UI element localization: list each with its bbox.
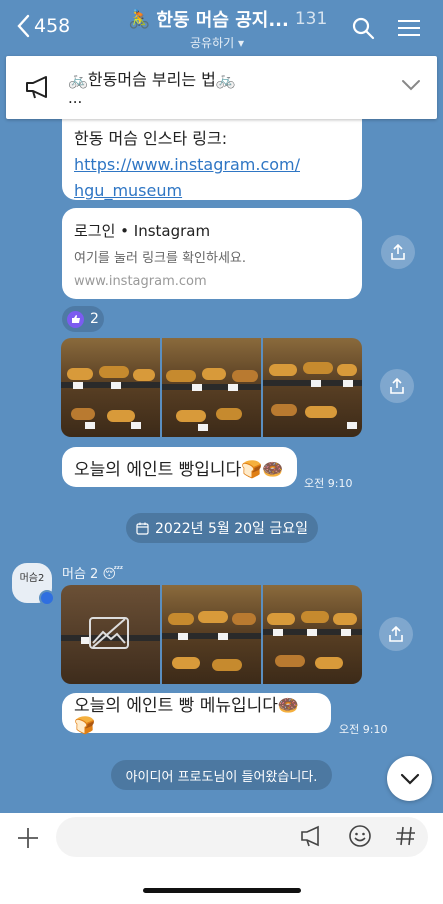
card-description: 여기를 눌러 링크를 확인하세요. <box>74 251 247 266</box>
photo-group-1[interactable] <box>61 338 362 437</box>
card-title: 로그인 • Instagram <box>74 222 211 240</box>
insta-label: 한동 머슴 인스타 링크: <box>74 129 228 148</box>
member-count: 131 <box>294 9 328 29</box>
home-indicator <box>143 888 301 893</box>
system-message: 아이디어 프로도님이 들어왔습니다. <box>111 760 332 790</box>
photo-group-2[interactable] <box>61 585 362 684</box>
back-button[interactable]: 458 <box>16 14 70 38</box>
share-icon <box>390 378 404 394</box>
notice-bar[interactable]: 🚲한동머슴 부리는 법🚲 ... <box>6 56 437 119</box>
message-input[interactable] <box>56 817 428 857</box>
date-separator: 2022년 5월 20일 금요일 <box>126 513 318 543</box>
sender-name: 머슴 2 😴 <box>62 567 124 582</box>
instagram-url-link[interactable]: https://www.instagram.com/ <box>74 152 350 178</box>
message-bubble[interactable]: 오늘의 에인트 빵입니다🍞🍩 <box>62 447 297 487</box>
scroll-to-bottom-button[interactable] <box>387 756 432 801</box>
date-text: 2022년 5월 20일 금요일 <box>155 521 308 537</box>
bread-photo[interactable] <box>61 338 160 437</box>
card-url: www.instagram.com <box>74 274 207 289</box>
message-input-bar <box>0 813 443 863</box>
link-preview-card[interactable]: 로그인 • Instagram 여기를 눌러 링크를 확인하세요. www.in… <box>62 208 362 299</box>
instagram-url-link-cont[interactable]: hgu_museum <box>74 178 350 204</box>
share-icon <box>391 244 405 260</box>
notice-title: 🚲한동머슴 부리는 법🚲 <box>68 70 236 89</box>
chat-title-area[interactable]: 🚴 한동 머슴 공지... 131 공유하기 ▾ <box>128 6 328 51</box>
reaction-count: 2 <box>90 311 99 327</box>
chat-title: 한동 머슴 공지... <box>156 10 289 31</box>
bread-photo[interactable] <box>263 585 362 684</box>
share-icon <box>389 626 403 642</box>
message-time: 오전 9:10 <box>339 723 388 736</box>
search-icon[interactable] <box>351 16 375 40</box>
chevron-down-icon <box>400 773 419 785</box>
avatar-label: 머슴2 <box>19 573 45 584</box>
share-button[interactable] <box>379 617 413 651</box>
calendar-icon <box>136 522 149 535</box>
chat-area: 458 🚴 한동 머슴 공지... 131 공유하기 ▾ 한동 머슴 인스타 링… <box>0 0 443 813</box>
chevron-down-icon[interactable] <box>401 78 421 92</box>
message-bubble[interactable]: 오늘의 에인트 빵 메뉴입니다🍩🍞 <box>62 693 331 736</box>
chat-header: 458 🚴 한동 머슴 공지... 131 공유하기 ▾ <box>0 0 443 56</box>
bread-photo[interactable] <box>162 585 261 684</box>
unread-count: 458 <box>34 15 71 37</box>
share-button[interactable] <box>381 235 415 269</box>
megaphone-icon <box>26 76 47 99</box>
crown-icon <box>39 590 55 606</box>
avatar[interactable]: 머슴2 <box>12 563 55 606</box>
megaphone-icon[interactable] <box>299 824 323 848</box>
image-placeholder-icon <box>89 617 129 649</box>
thumbs-up-icon <box>67 310 84 328</box>
like-reaction[interactable]: 2 <box>62 306 104 332</box>
share-button[interactable] <box>380 369 414 403</box>
plus-icon[interactable] <box>16 826 40 850</box>
menu-icon[interactable] <box>397 16 421 40</box>
message-time: 오전 9:10 <box>304 477 353 490</box>
hashtag-icon[interactable] <box>394 824 418 848</box>
instagram-link-message[interactable]: 한동 머슴 인스타 링크: https://www.instagram.com/… <box>62 118 362 200</box>
bike-icon: 🚴 <box>128 8 151 30</box>
bread-photo[interactable] <box>61 585 160 684</box>
notice-more: ... <box>68 89 83 107</box>
share-label[interactable]: 공유하기 ▾ <box>190 34 328 51</box>
chevron-left-icon <box>17 14 30 38</box>
bread-photo[interactable] <box>263 338 362 437</box>
bread-photo[interactable] <box>162 338 261 437</box>
emoji-icon[interactable] <box>348 824 372 848</box>
